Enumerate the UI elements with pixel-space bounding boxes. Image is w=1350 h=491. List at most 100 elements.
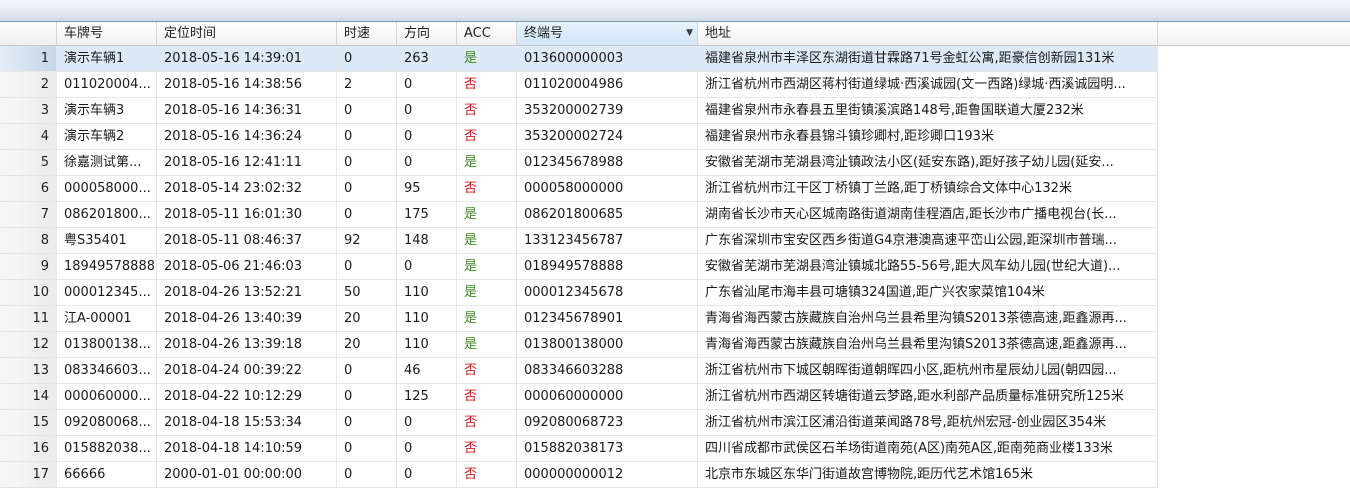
table-row[interactable]: 4 演示车辆2 2018-05-16 14:36:24 0 0 否 353200002724… xyxy=(0,124,1350,150)
table-row[interactable]: 17 66666 2000-01-01 00:00:00 0 0 否 00000000001… xyxy=(0,462,1350,488)
cell-plate: 086201800... xyxy=(57,202,157,228)
table-row[interactable]: 8 粤S35401 2018-05-11 08:46:37 92 148 是 1331234… xyxy=(0,228,1350,254)
cell-time: 2018-05-16 14:38:56 xyxy=(157,72,337,98)
cell-acc: 否 xyxy=(457,384,517,410)
cell-direction: 0 xyxy=(397,72,457,98)
table-row[interactable]: 14 000060000... 2018-04-22 10:12:29 0 125 否 00… xyxy=(0,384,1350,410)
cell-address: 浙江省杭州市西湖区转塘街道云梦路,距水利部产品质量标准研究所125米 xyxy=(698,384,1158,410)
cell-time: 2018-05-11 16:01:30 xyxy=(157,202,337,228)
header-speed[interactable]: 时速 xyxy=(337,22,397,45)
row-number: 6 xyxy=(0,176,57,202)
table-row[interactable]: 3 演示车辆3 2018-05-16 14:36:31 0 0 否 353200002739… xyxy=(0,98,1350,124)
cell-address: 青海省海西蒙古族藏族自治州乌兰县希里沟镇S2013茶德高速,距鑫源再... xyxy=(698,332,1158,358)
cell-direction: 148 xyxy=(397,228,457,254)
cell-terminal: 086201800685 xyxy=(517,202,698,228)
cell-terminal: 000058000000 xyxy=(517,176,698,202)
table-row[interactable]: 1 演示车辆1 2018-05-16 14:39:01 0 263 是 0136000000… xyxy=(0,46,1350,72)
cell-plate: 江A-00001 xyxy=(57,306,157,332)
cell-address: 福建省泉州市永春县五里街镇溪滨路148号,距鲁国联道大厦232米 xyxy=(698,98,1158,124)
cell-acc: 否 xyxy=(457,124,517,150)
header-plate[interactable]: 车牌号 xyxy=(57,22,157,45)
table-row[interactable]: 13 083346603... 2018-04-24 00:39:22 0 46 否 083… xyxy=(0,358,1350,384)
row-number: 16 xyxy=(0,436,57,462)
cell-terminal: 011020004986 xyxy=(517,72,698,98)
cell-time: 2018-05-16 12:41:11 xyxy=(157,150,337,176)
table-row[interactable]: 11 江A-00001 2018-04-26 13:40:39 20 110 是 01234… xyxy=(0,306,1350,332)
cell-address: 青海省海西蒙古族藏族自治州乌兰县希里沟镇S2013茶德高速,距鑫源再... xyxy=(698,306,1158,332)
cell-time: 2018-04-22 10:12:29 xyxy=(157,384,337,410)
cell-plate: 000012345... xyxy=(57,280,157,306)
cell-speed: 0 xyxy=(337,254,397,280)
table-row[interactable]: 5 徐嘉测试第... 2018-05-16 12:41:11 0 0 是 012345678… xyxy=(0,150,1350,176)
cell-acc: 是 xyxy=(457,306,517,332)
row-number: 17 xyxy=(0,462,57,488)
cell-time: 2018-04-26 13:40:39 xyxy=(157,306,337,332)
header-time[interactable]: 定位时间 xyxy=(157,22,337,45)
cell-speed: 0 xyxy=(337,462,397,488)
cell-speed: 92 xyxy=(337,228,397,254)
cell-plate: 演示车辆2 xyxy=(57,124,157,150)
cell-acc: 是 xyxy=(457,46,517,72)
table-row[interactable]: 10 000012345... 2018-04-26 13:52:21 50 110 是 0… xyxy=(0,280,1350,306)
header-acc[interactable]: ACC xyxy=(457,22,517,45)
table-row[interactable]: 16 015882038... 2018-04-18 14:10:59 0 0 否 0158… xyxy=(0,436,1350,462)
row-number: 9 xyxy=(0,254,57,280)
cell-speed: 0 xyxy=(337,176,397,202)
cell-speed: 0 xyxy=(337,46,397,72)
cell-time: 2018-05-16 14:36:31 xyxy=(157,98,337,124)
cell-plate: 011020004... xyxy=(57,72,157,98)
cell-acc: 否 xyxy=(457,358,517,384)
cell-time: 2018-05-11 08:46:37 xyxy=(157,228,337,254)
cell-address: 福建省泉州市永春县锦斗镇珍卿村,距珍卿口193米 xyxy=(698,124,1158,150)
row-number: 7 xyxy=(0,202,57,228)
row-number-header xyxy=(0,22,57,45)
cell-direction: 0 xyxy=(397,98,457,124)
cell-address: 广东省汕尾市海丰县可塘镇324国道,距广兴农家菜馆104米 xyxy=(698,280,1158,306)
cell-acc: 否 xyxy=(457,436,517,462)
cell-terminal: 000000000012 xyxy=(517,462,698,488)
cell-time: 2018-05-06 21:46:03 xyxy=(157,254,337,280)
table-row[interactable]: 12 013800138... 2018-04-26 13:39:18 20 110 是 0… xyxy=(0,332,1350,358)
cell-plate: 092080068... xyxy=(57,410,157,436)
cell-direction: 110 xyxy=(397,332,457,358)
cell-direction: 0 xyxy=(397,124,457,150)
cell-plate: 粤S35401 xyxy=(57,228,157,254)
cell-speed: 0 xyxy=(337,436,397,462)
sort-dropdown-icon[interactable]: ▼ xyxy=(686,22,693,45)
cell-terminal: 015882038173 xyxy=(517,436,698,462)
cell-address: 浙江省杭州市江干区丁桥镇丁兰路,距丁桥镇综合文体中心132米 xyxy=(698,176,1158,202)
cell-address: 四川省成都市武侯区石羊场街道南苑(A区)南苑A区,距南苑商业楼133米 xyxy=(698,436,1158,462)
row-number: 5 xyxy=(0,150,57,176)
cell-time: 2000-01-01 00:00:00 xyxy=(157,462,337,488)
row-number: 3 xyxy=(0,98,57,124)
table-row[interactable]: 6 000058000... 2018-05-14 23:02:32 0 95 否 0000… xyxy=(0,176,1350,202)
row-number: 10 xyxy=(0,280,57,306)
header-address[interactable]: 地址 xyxy=(698,22,1158,45)
cell-plate: 徐嘉测试第... xyxy=(57,150,157,176)
header-terminal[interactable]: 终端号 ▼ xyxy=(517,22,698,45)
table-row[interactable]: 15 092080068... 2018-04-18 15:53:34 0 0 否 0920… xyxy=(0,410,1350,436)
row-number: 8 xyxy=(0,228,57,254)
cell-direction: 0 xyxy=(397,462,457,488)
cell-direction: 0 xyxy=(397,150,457,176)
cell-time: 2018-05-16 14:36:24 xyxy=(157,124,337,150)
grid-header: 车牌号 定位时间 时速 方向 ACC 终端号 ▼ 地址 xyxy=(0,22,1350,46)
cell-direction: 110 xyxy=(397,306,457,332)
cell-direction: 125 xyxy=(397,384,457,410)
row-number: 14 xyxy=(0,384,57,410)
cell-terminal: 353200002724 xyxy=(517,124,698,150)
cell-plate: 000060000... xyxy=(57,384,157,410)
cell-direction: 46 xyxy=(397,358,457,384)
cell-plate: 013800138... xyxy=(57,332,157,358)
header-direction[interactable]: 方向 xyxy=(397,22,457,45)
cell-direction: 0 xyxy=(397,436,457,462)
cell-acc: 是 xyxy=(457,280,517,306)
cell-plate: 083346603... xyxy=(57,358,157,384)
cell-terminal: 018949578888 xyxy=(517,254,698,280)
cell-plate: 66666 xyxy=(57,462,157,488)
table-row[interactable]: 2 011020004... 2018-05-16 14:38:56 2 0 否 01102… xyxy=(0,72,1350,98)
table-row[interactable]: 7 086201800... 2018-05-11 16:01:30 0 175 是 086… xyxy=(0,202,1350,228)
cell-terminal: 012345678988 xyxy=(517,150,698,176)
cell-terminal: 000060000000 xyxy=(517,384,698,410)
table-row[interactable]: 9 18949578888 2018-05-06 21:46:03 0 0 是 018949… xyxy=(0,254,1350,280)
